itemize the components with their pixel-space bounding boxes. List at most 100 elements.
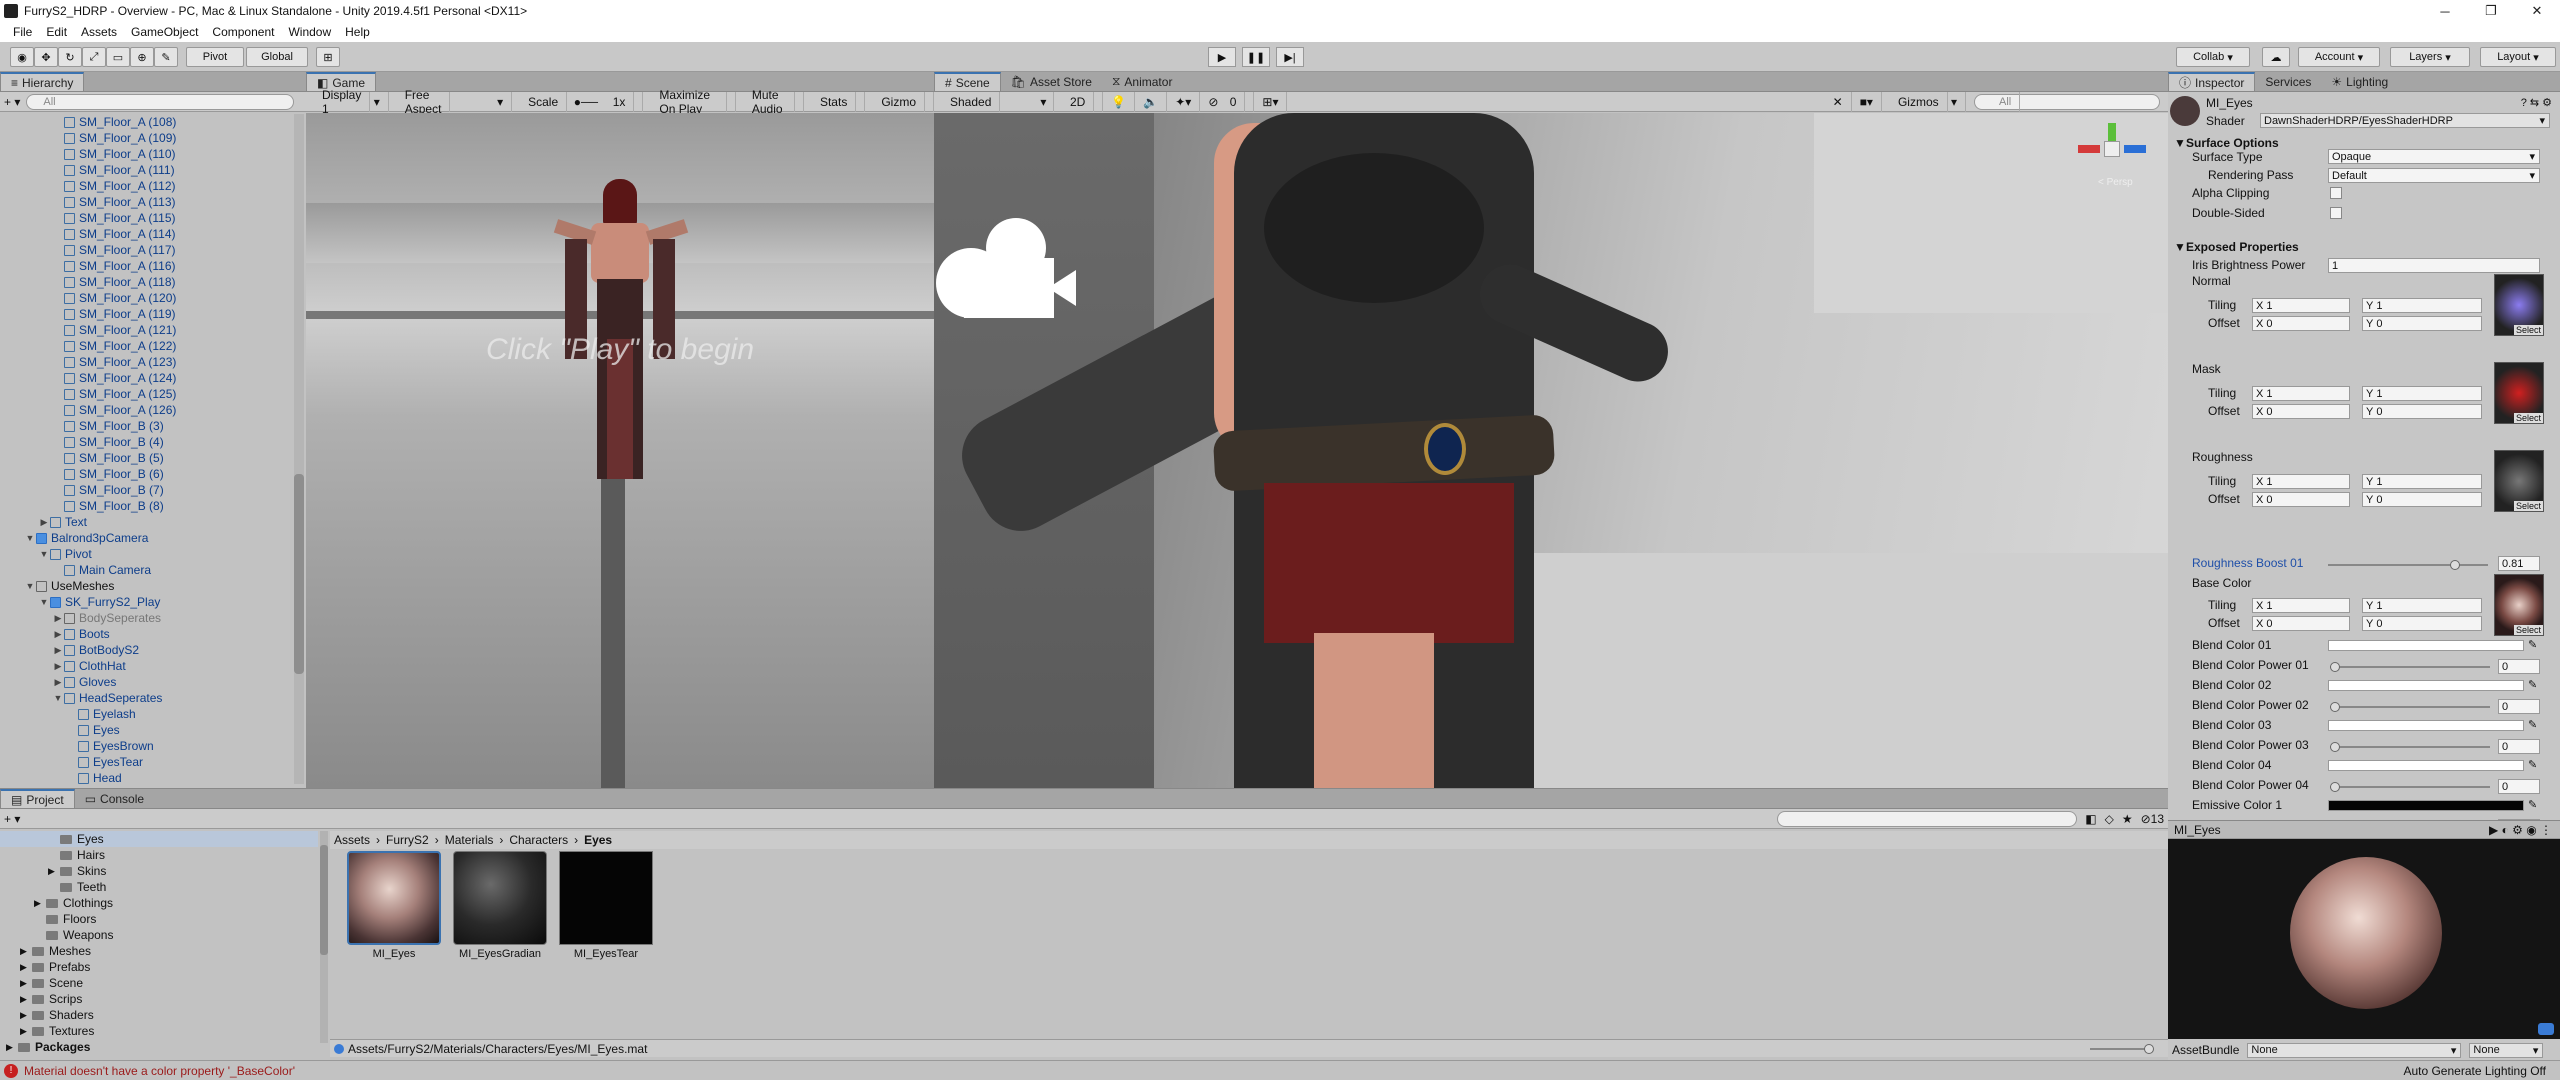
collapsed-arrow-icon[interactable]: ▶ [52, 677, 64, 688]
maximize-icon[interactable]: ❐ [2468, 0, 2514, 22]
hierarchy-row[interactable]: ▶ BodySeperates [0, 610, 292, 626]
shader-dropdown[interactable]: DawnShaderHDRP/EyesShaderHDRP ▾ [2260, 113, 2550, 128]
menu-assets[interactable]: Assets [74, 25, 124, 39]
camera-dropdown-icon[interactable]: ■▾ [1852, 91, 1882, 112]
tiling-y-field[interactable]: Y 1 [2362, 386, 2482, 401]
collapsed-arrow-icon[interactable]: ▶ [20, 946, 32, 957]
hierarchy-row[interactable]: ▶ Boots [0, 626, 292, 642]
asset-tile[interactable]: MI_Eyes [346, 851, 442, 960]
hierarchy-row[interactable]: ▶ Text [0, 514, 292, 530]
tab-project[interactable]: ▤ Project [0, 789, 75, 808]
power-slider[interactable] [2330, 662, 2490, 672]
hierarchy-row[interactable]: SM_Floor_A (125) [0, 386, 292, 402]
project-search-input[interactable] [1777, 810, 2078, 827]
axis-gizmo[interactable]: < Persp [2078, 119, 2148, 199]
power-slider[interactable] [2330, 742, 2490, 752]
maximize-on-play-toggle[interactable]: Maximize On Play [643, 88, 736, 116]
hierarchy-row[interactable]: SM_Floor_B (7) [0, 482, 292, 498]
rendering-pass-dropdown[interactable]: Default ▾ [2328, 168, 2540, 183]
exposed-properties-header[interactable]: Exposed Properties [2186, 240, 2299, 254]
lighting-toggle-icon[interactable]: 💡 [1103, 91, 1136, 112]
collapsed-arrow-icon[interactable]: ▶ [20, 1026, 32, 1037]
base-tiling-y[interactable]: Y 1 [2362, 598, 2482, 613]
tab-asset-store[interactable]: 🛍 Asset Store [1001, 72, 1102, 91]
collapsed-arrow-icon[interactable]: ▶ [52, 629, 64, 640]
global-toggle[interactable]: Global [246, 47, 308, 67]
hierarchy-row[interactable]: ▼ SK_FurryS2_Play [0, 594, 292, 610]
expanded-arrow-icon[interactable]: ▼ [24, 581, 36, 591]
base-offset-y[interactable]: Y 0 [2362, 616, 2482, 631]
collab-dropdown[interactable]: Collab ▾ [2176, 47, 2250, 67]
assetbundle-dropdown[interactable]: None ▾ [2247, 1042, 2462, 1058]
tiling-x-field[interactable]: X 1 [2252, 474, 2350, 489]
base-offset-x[interactable]: X 0 [2252, 616, 2350, 631]
hierarchy-row[interactable]: ▶ Gloves [0, 674, 292, 690]
transform-tool-icon[interactable]: ⊕ [130, 47, 154, 67]
hierarchy-row[interactable]: SM_Floor_A (111) [0, 162, 292, 178]
expanded-arrow-icon[interactable]: ▼ [52, 693, 64, 703]
hidden-packages-toggle[interactable]: ⊘13 [2141, 812, 2164, 826]
preview-viewport[interactable] [2168, 839, 2560, 1039]
hierarchy-row[interactable]: SM_Floor_B (3) [0, 418, 292, 434]
iris-brightness-field[interactable]: 1 [2328, 258, 2540, 273]
hidden-objects-toggle[interactable]: ⊘ 0 [1200, 91, 1255, 112]
project-folder-row[interactable]: ▶ Skins [0, 863, 318, 879]
snap-icon[interactable]: ⊞ [316, 47, 340, 67]
menu-component[interactable]: Component [205, 25, 281, 39]
tab-services[interactable]: Services [2255, 72, 2321, 91]
tiling-x-field[interactable]: X 1 [2252, 298, 2350, 313]
offset-y-field[interactable]: Y 0 [2362, 492, 2482, 507]
collapsed-arrow-icon[interactable]: ▶ [38, 517, 50, 528]
hierarchy-row[interactable]: SM_Floor_B (5) [0, 450, 292, 466]
custom-tool-icon[interactable]: ✎ [154, 47, 178, 67]
tab-scene[interactable]: # Scene [934, 72, 1001, 91]
project-folder-row[interactable]: Hairs [0, 847, 318, 863]
hierarchy-row[interactable]: SM_Floor_A (112) [0, 178, 292, 194]
hierarchy-row[interactable]: SM_Floor_A (126) [0, 402, 292, 418]
expanded-arrow-icon[interactable]: ▼ [24, 533, 36, 543]
collapsed-arrow-icon[interactable]: ▶ [34, 898, 46, 909]
hierarchy-row[interactable]: SM_Floor_B (4) [0, 434, 292, 450]
hierarchy-row[interactable]: ▶ ClothHat [0, 658, 292, 674]
hierarchy-row[interactable]: SM_Floor_A (116) [0, 258, 292, 274]
mute-audio-toggle[interactable]: Mute Audio [736, 88, 804, 116]
hierarchy-row[interactable]: SM_Floor_A (109) [0, 130, 292, 146]
project-folder-row[interactable]: Weapons [0, 927, 318, 943]
minimize-icon[interactable]: ─ [2422, 0, 2468, 22]
grid-dropdown-icon[interactable]: ⊞▾ [1254, 91, 1288, 112]
cloud-icon[interactable]: ☁ [2262, 47, 2290, 67]
eyedropper-icon[interactable]: ✎ [2528, 758, 2537, 771]
hierarchy-row[interactable]: EyesTear [0, 754, 292, 770]
hierarchy-row[interactable]: Eyelash [0, 706, 292, 722]
audio-toggle-icon[interactable]: 🔈 [1135, 91, 1168, 112]
hierarchy-row[interactable]: SM_Floor_B (8) [0, 498, 292, 514]
eyedropper-icon[interactable]: ✎ [2528, 798, 2537, 811]
breadcrumb-item[interactable]: FurryS2 [386, 833, 429, 847]
tab-lighting[interactable]: ☀ Lighting [2321, 72, 2398, 91]
thumbnail-size-slider[interactable] [2090, 1044, 2154, 1054]
color-swatch[interactable] [2328, 640, 2524, 651]
hierarchy-row[interactable]: EyesBrown [0, 738, 292, 754]
project-folder-row[interactable]: Floors [0, 911, 318, 927]
hierarchy-row[interactable]: SM_Floor_A (108) [0, 114, 292, 130]
hierarchy-row[interactable]: ▼ UseMeshes [0, 578, 292, 594]
collapsed-arrow-icon[interactable]: ▶ [20, 962, 32, 973]
step-button[interactable]: ▶| [1276, 47, 1304, 67]
rect-tool-icon[interactable]: ▭ [106, 47, 130, 67]
hierarchy-row[interactable]: SM_Floor_A (122) [0, 338, 292, 354]
project-folder-row[interactable]: ▶ Textures [0, 1023, 318, 1039]
scene-gizmos-dropdown[interactable]: Gizmos ▾ [1882, 91, 1966, 112]
color-swatch[interactable] [2328, 800, 2524, 811]
expanded-arrow-icon[interactable]: ▼ [38, 597, 50, 607]
project-folder-row[interactable]: ▶ Prefabs [0, 959, 318, 975]
project-folder-row[interactable]: ▶ Shaders [0, 1007, 318, 1023]
shading-dropdown[interactable]: Shaded ▾ [934, 91, 1054, 112]
scene-search-input[interactable]: All [1974, 91, 2160, 112]
collapsed-arrow-icon[interactable]: ▶ [20, 978, 32, 989]
collapsed-arrow-icon[interactable]: ▶ [20, 994, 32, 1005]
play-button[interactable]: ▶ [1208, 47, 1236, 67]
error-message[interactable]: Material doesn't have a color property '… [24, 1064, 295, 1078]
roughness-boost-field[interactable]: 0.81 [2498, 556, 2540, 571]
rotate-tool-icon[interactable]: ↻ [58, 47, 82, 67]
tiling-y-field[interactable]: Y 1 [2362, 298, 2482, 313]
